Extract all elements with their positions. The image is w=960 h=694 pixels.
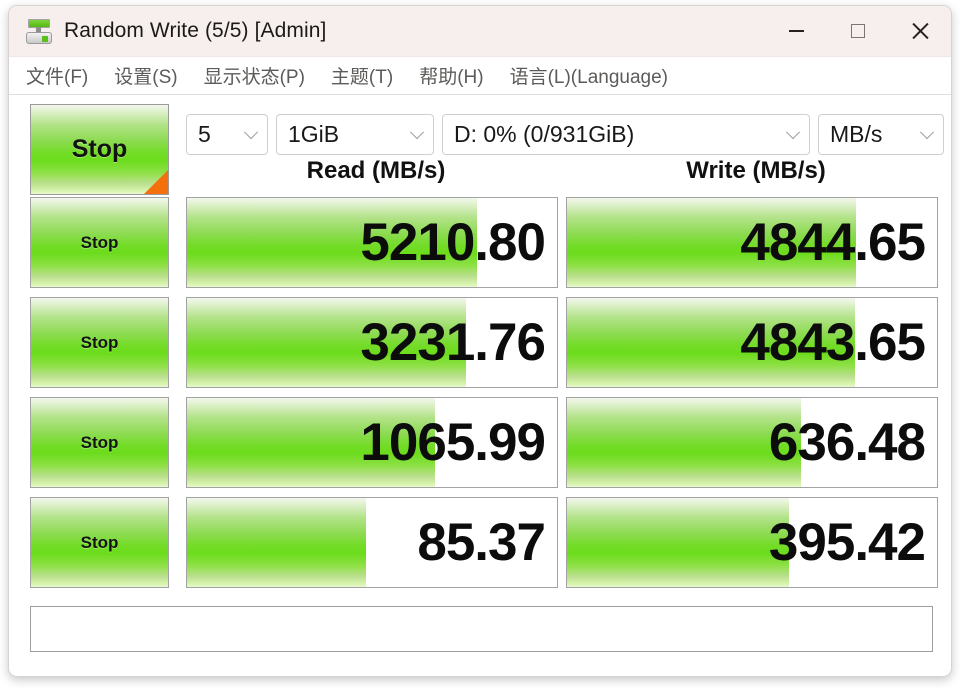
maximize-button[interactable] [827,6,889,56]
menu-item-language[interactable]: 语言(L)(Language) [510,62,668,89]
read-bar-fill [187,498,367,587]
row-stop-button[interactable]: Stop [30,297,169,388]
write-column-header: Write (MB/s) [686,157,826,184]
results-list: Stop 5210.80 4844.65 Stop 3231.76 4843.6… [22,197,940,597]
table-row: Stop 3231.76 4843.65 [22,297,940,397]
read-value: 85.37 [417,513,546,572]
table-row: Stop 85.37 395.42 [22,497,940,597]
write-value: 4844.65 [740,213,926,272]
title-bar: Random Write (5/5) [Admin] [9,6,951,57]
write-value: 395.42 [768,513,926,572]
write-result-bar: 395.42 [566,497,938,588]
menu-item-file[interactable]: 文件(F) [26,62,88,89]
read-result-bar: 5210.80 [186,197,558,288]
main-stop-button[interactable]: Stop [30,104,169,195]
write-bar-fill [567,498,789,587]
drive-value: D: 0% (0/931GiB) [454,121,635,147]
row-stop-label: Stop [80,232,119,252]
client-area: Stop 5 1GiB D: 0% (0/931GiB) MB/s Read (… [9,95,951,676]
read-value: 5210.80 [360,213,546,272]
row-stop-label: Stop [80,332,119,352]
table-row: Stop 5210.80 4844.65 [22,197,940,297]
write-value: 636.48 [768,413,926,472]
write-result-bar: 4844.65 [566,197,938,288]
write-bar-fill [567,398,801,487]
read-result-bar: 85.37 [186,497,558,588]
row-stop-label: Stop [80,432,119,452]
chevron-down-icon [401,115,433,154]
unit-select[interactable]: MB/s [818,114,944,155]
table-row: Stop 1065.99 636.48 [22,397,940,497]
window-title: Random Write (5/5) [Admin] [64,19,327,42]
menu-item-help[interactable]: 帮助(H) [419,62,483,89]
read-value: 3231.76 [360,313,546,372]
menu-item-theme[interactable]: 主题(T) [331,62,393,89]
maximize-icon [851,24,865,38]
test-count-value: 5 [198,121,211,147]
menu-item-settings[interactable]: 设置(S) [114,62,177,89]
test-size-select[interactable]: 1GiB [276,114,434,155]
window-controls [765,6,951,56]
main-stop-label: Stop [71,135,128,163]
disk-benchmark-icon [24,17,54,45]
read-result-bar: 3231.76 [186,297,558,388]
read-result-bar: 1065.99 [186,397,558,488]
row-stop-button[interactable]: Stop [30,197,169,288]
row-stop-label: Stop [80,532,119,552]
write-value: 4843.65 [740,313,926,372]
write-result-bar: 636.48 [566,397,938,488]
minimize-icon [788,30,804,32]
row-stop-button[interactable]: Stop [30,397,169,488]
row-stop-button[interactable]: Stop [30,497,169,588]
chevron-down-icon [235,115,267,154]
read-value: 1065.99 [360,413,546,472]
menu-bar: 文件(F) 设置(S) 显示状态(P) 主题(T) 帮助(H) 语言(L)(La… [9,57,951,95]
status-bar [30,606,933,652]
unit-value: MB/s [830,121,883,147]
corner-marker-icon [144,170,168,194]
drive-select[interactable]: D: 0% (0/931GiB) [442,114,810,155]
minimize-button[interactable] [765,6,827,56]
app-window: Random Write (5/5) [Admin] 文件(F) 设置(S) 显… [8,5,952,677]
toolbar: Stop 5 1GiB D: 0% (0/931GiB) MB/s Read (… [22,104,944,197]
test-size-value: 1GiB [288,121,340,147]
write-result-bar: 4843.65 [566,297,938,388]
read-column-header: Read (MB/s) [306,157,446,184]
test-count-select[interactable]: 5 [186,114,268,155]
close-button[interactable] [889,6,951,56]
chevron-down-icon [911,115,943,154]
close-icon [911,22,930,41]
chevron-down-icon [777,115,809,154]
menu-item-profile[interactable]: 显示状态(P) [204,62,305,89]
